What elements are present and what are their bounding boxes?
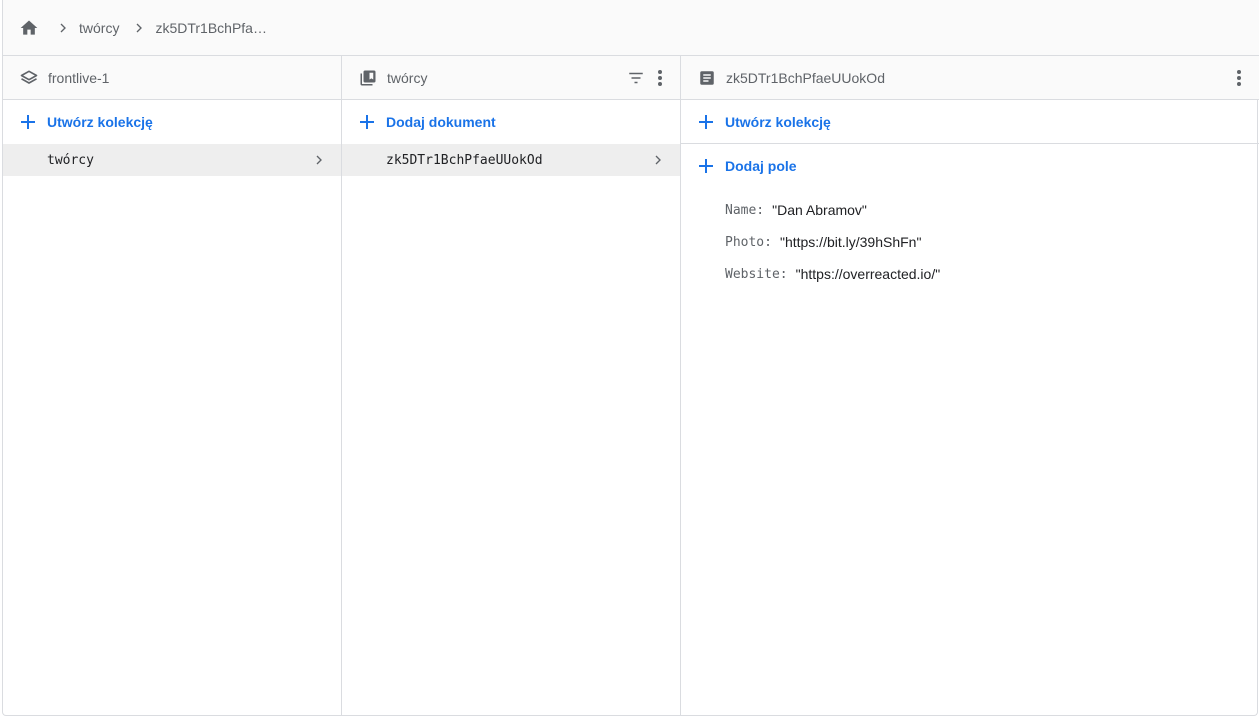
data-panels: frontlive-1 Utwórz kolekcję twórcy twórc…: [3, 56, 1259, 716]
plus-icon: [358, 113, 376, 131]
collection-name: twórcy: [47, 152, 94, 168]
document-fields: Name: "Dan Abramov" Photo: "https://bit.…: [681, 188, 1259, 290]
firestore-data-viewer: twórcy zk5DTr1BchPfa… frontlive-1 Utwórz…: [2, 0, 1259, 716]
document-panel: zk5DTr1BchPfaeUUokOd Utwórz kolekcję Dod…: [681, 56, 1259, 716]
collection-panel-header: twórcy: [342, 56, 680, 100]
breadcrumb-document[interactable]: zk5DTr1BchPfa…: [155, 20, 267, 36]
chevron-right-icon: [648, 150, 668, 170]
chevron-right-icon: [129, 18, 149, 38]
collection-list-item[interactable]: twórcy: [3, 144, 341, 176]
chevron-right-icon: [53, 18, 73, 38]
field-row[interactable]: Website: "https://overreacted.io/": [725, 258, 1259, 290]
field-value: "https://overreacted.io/": [795, 266, 941, 282]
add-field-label: Dodaj pole: [725, 158, 797, 174]
add-document-button[interactable]: Dodaj dokument: [342, 100, 680, 144]
plus-icon: [19, 113, 37, 131]
plus-icon: [697, 113, 715, 131]
project-title: frontlive-1: [48, 69, 110, 86]
field-row[interactable]: Photo: "https://bit.ly/39hShFn": [725, 226, 1259, 258]
project-panel-header: frontlive-1: [3, 56, 341, 100]
field-key: Website:: [725, 266, 788, 282]
filter-icon[interactable]: [626, 66, 646, 90]
collection-title: twórcy: [387, 69, 428, 86]
add-field-button[interactable]: Dodaj pole: [681, 144, 1259, 188]
field-value: "https://bit.ly/39hShFn": [779, 234, 922, 250]
document-icon: [697, 68, 717, 88]
breadcrumb-collection[interactable]: twórcy: [79, 20, 119, 36]
collection-header-actions: [626, 56, 670, 100]
collection-icon: [358, 68, 378, 88]
document-panel-header: zk5DTr1BchPfaeUUokOd: [681, 56, 1259, 100]
create-collection-label: Utwórz kolekcję: [47, 114, 153, 130]
start-subcollection-label: Utwórz kolekcję: [725, 113, 831, 130]
project-panel: frontlive-1 Utwórz kolekcję twórcy: [3, 56, 342, 716]
document-id: zk5DTr1BchPfaeUUokOd: [386, 152, 543, 168]
more-vert-icon[interactable]: [650, 66, 670, 90]
chevron-right-icon: [309, 150, 329, 170]
collection-panel: twórcy Dodaj dokument zk5DTr1BchPfaeUUok…: [342, 56, 681, 716]
home-icon[interactable]: [19, 18, 39, 38]
create-collection-button[interactable]: Utwórz kolekcję: [3, 100, 341, 144]
document-header-actions: [1229, 56, 1249, 100]
field-value: "Dan Abramov": [772, 202, 867, 218]
document-list-item[interactable]: zk5DTr1BchPfaeUUokOd: [342, 144, 680, 176]
field-row[interactable]: Name: "Dan Abramov": [725, 194, 1259, 226]
field-key: Name:: [725, 202, 765, 218]
plus-icon: [697, 157, 715, 175]
document-title: zk5DTr1BchPfaeUUokOd: [726, 69, 885, 86]
more-vert-icon[interactable]: [1229, 66, 1249, 90]
field-key: Photo:: [725, 234, 772, 250]
firestore-layers-icon: [19, 68, 39, 88]
breadcrumb: twórcy zk5DTr1BchPfa…: [3, 0, 1259, 56]
start-subcollection-button[interactable]: Utwórz kolekcję: [681, 100, 1259, 144]
add-document-label: Dodaj dokument: [386, 114, 496, 130]
